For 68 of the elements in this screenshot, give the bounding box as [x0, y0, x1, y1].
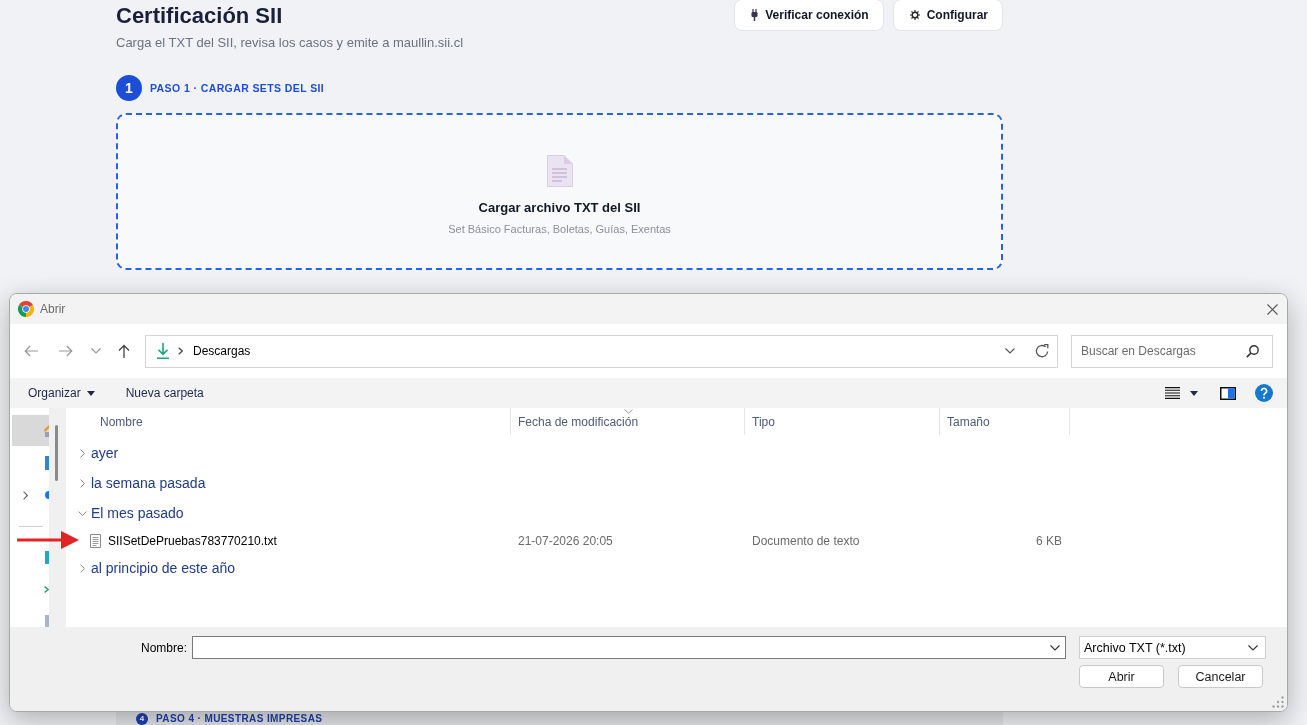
- search-field[interactable]: Buscar en Descargas: [1071, 334, 1273, 368]
- pointer-arrow: [17, 530, 79, 550]
- gear-icon: [909, 10, 920, 20]
- search-icon[interactable]: [1246, 344, 1259, 358]
- text-file-icon: [90, 533, 101, 548]
- download-icon: [156, 343, 170, 359]
- app-icon: [18, 301, 34, 317]
- back-icon[interactable]: [24, 345, 38, 357]
- step-title: PASO 1 · CARGAR SETS DEL SII: [150, 82, 325, 94]
- settings-button[interactable]: Configurar: [892, 0, 1003, 31]
- scrollbar-thumb[interactable]: [55, 425, 58, 481]
- caret-icon: [86, 390, 95, 396]
- caret-icon: [1190, 390, 1198, 396]
- refresh-icon[interactable]: [1035, 344, 1049, 358]
- chevron-down-icon[interactable]: [1050, 645, 1060, 651]
- breadcrumb-item[interactable]: Descargas: [193, 344, 251, 358]
- file-type-dropdown[interactable]: Archivo TXT (*.txt): [1079, 636, 1266, 659]
- group-header[interactable]: El mes pasado: [91, 505, 184, 521]
- step-badge: 1: [116, 75, 142, 101]
- forward-icon[interactable]: [59, 345, 73, 357]
- house-icon: [44, 424, 49, 437]
- chevron-right-icon[interactable]: [80, 478, 85, 488]
- group-header[interactable]: al principio de este año: [91, 560, 235, 576]
- chevron-right-icon[interactable]: [23, 490, 28, 500]
- chevron-right-icon[interactable]: [80, 563, 85, 573]
- file-name[interactable]: SIISetDePruebas783770210.txt: [108, 533, 277, 548]
- list-view-icon[interactable]: [1165, 387, 1180, 399]
- chevron-down-icon[interactable]: [1248, 644, 1258, 651]
- modified-date: 21-07-2026 20:05: [518, 533, 613, 548]
- dropzone-title: Cargar archivo TXT del SII: [478, 199, 641, 217]
- step-title: PASO 4 · MUESTRAS IMPRESAS: [156, 712, 323, 725]
- tile-icon: [45, 550, 49, 564]
- file-type: Documento de texto: [752, 533, 860, 548]
- column-header[interactable]: Fecha de modificación: [518, 414, 639, 429]
- page-subtitle: Carga el TXT del SII, revisa los casos y emite a maullin.sii.cl: [116, 34, 464, 52]
- up-arrow-icon[interactable]: [118, 344, 130, 358]
- menu-button[interactable]: Organizar: [28, 386, 95, 400]
- dropzone-hint: Set Básico Facturas, Boletas, Guías, Exentas: [448, 222, 671, 237]
- document-icon: [546, 155, 573, 187]
- close-icon[interactable]: [1267, 303, 1278, 315]
- upload-dropzone[interactable]: Cargar archivo TXT del SII Set Básico Facturas, Boletas, Guías, Exentas: [116, 113, 1003, 270]
- open-button[interactable]: Abrir: [1079, 665, 1164, 688]
- resize-grip-icon[interactable]: [1272, 696, 1284, 708]
- toolbar-button[interactable]: Nueva carpeta: [125, 386, 204, 400]
- page-title: Certificación SII: [116, 2, 283, 30]
- plug-icon: [751, 9, 759, 21]
- sort-caret-icon[interactable]: [623, 409, 633, 414]
- chevron-right-icon: [178, 347, 183, 355]
- group-header[interactable]: la semana pasada: [91, 475, 206, 491]
- dialog-title: Abrir: [40, 302, 66, 316]
- tile-icon: [45, 456, 49, 470]
- preview-pane-icon[interactable]: [1220, 386, 1236, 400]
- column-header[interactable]: Tamaño: [947, 414, 990, 429]
- file-size: 6 KB: [1036, 533, 1062, 548]
- cancel-button[interactable]: Cancelar: [1178, 665, 1263, 688]
- chevron-down-icon[interactable]: [1005, 348, 1015, 354]
- connection-button[interactable]: Verificar conexión: [734, 0, 884, 31]
- page-icon: [45, 615, 49, 627]
- chevron-icon: [44, 585, 49, 593]
- address-bar[interactable]: Descargas: [145, 334, 1058, 368]
- help-icon[interactable]: [1255, 384, 1273, 402]
- chevron-right-icon[interactable]: [80, 448, 85, 458]
- step-badge: 4: [136, 712, 148, 725]
- file-name-field[interactable]: [192, 636, 1066, 659]
- column-header[interactable]: Nombre: [100, 414, 143, 429]
- group-header[interactable]: ayer: [91, 445, 119, 461]
- field-label: Nombre:: [141, 640, 187, 655]
- column-header[interactable]: Tipo: [752, 414, 775, 429]
